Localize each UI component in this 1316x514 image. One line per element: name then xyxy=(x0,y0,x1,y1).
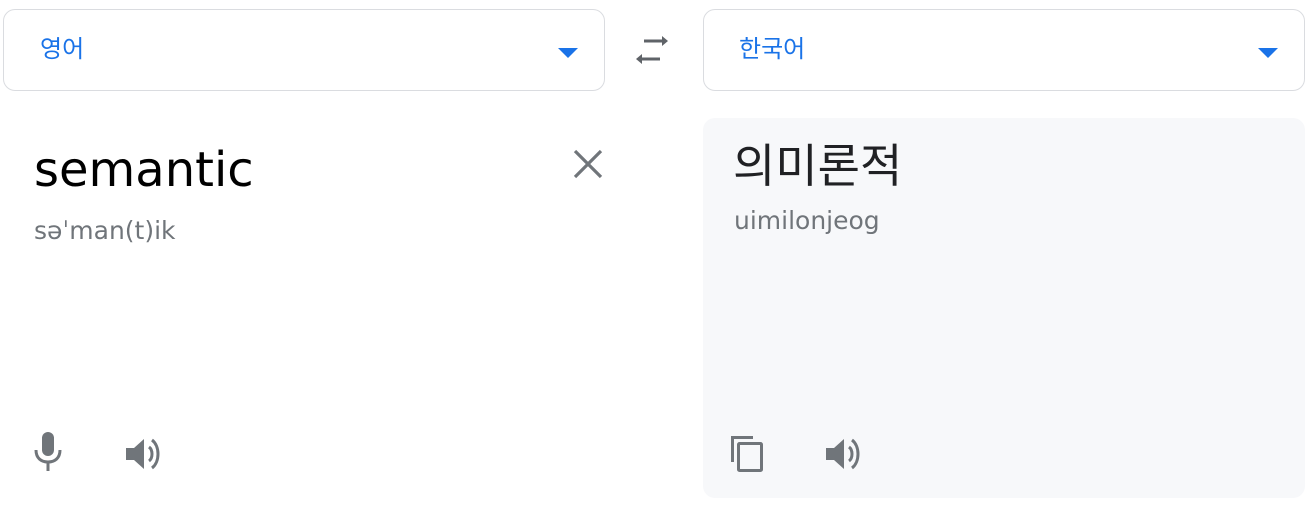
target-language-label: 한국어 xyxy=(739,35,806,63)
source-text[interactable]: semantic xyxy=(34,140,254,200)
source-language-select[interactable]: 영어 xyxy=(3,9,605,91)
translation-text: 의미론적 xyxy=(733,139,903,193)
translation-romanization: uimilonjeog xyxy=(734,206,880,235)
copy-translation-button[interactable] xyxy=(723,428,771,476)
target-language-select[interactable]: 한국어 xyxy=(703,9,1305,91)
source-language-label: 영어 xyxy=(40,35,85,63)
source-text-pane[interactable]: semantic səˈman(t)ik xyxy=(0,118,640,498)
copy-icon xyxy=(731,436,763,472)
speaker-icon xyxy=(126,438,160,470)
listen-source-button[interactable] xyxy=(120,430,168,478)
speaker-icon xyxy=(826,438,860,470)
microphone-icon xyxy=(34,432,62,471)
close-icon xyxy=(573,149,603,179)
caret-down-icon xyxy=(558,48,578,58)
source-phonetic: səˈman(t)ik xyxy=(34,216,176,245)
clear-source-button[interactable] xyxy=(568,144,608,184)
swap-languages-button[interactable] xyxy=(628,28,676,72)
listen-translation-button[interactable] xyxy=(820,430,868,478)
translation-pane: 의미론적 uimilonjeog xyxy=(703,118,1305,498)
microphone-button[interactable] xyxy=(24,428,72,476)
caret-down-icon xyxy=(1258,48,1278,58)
swap-icon xyxy=(636,36,668,64)
